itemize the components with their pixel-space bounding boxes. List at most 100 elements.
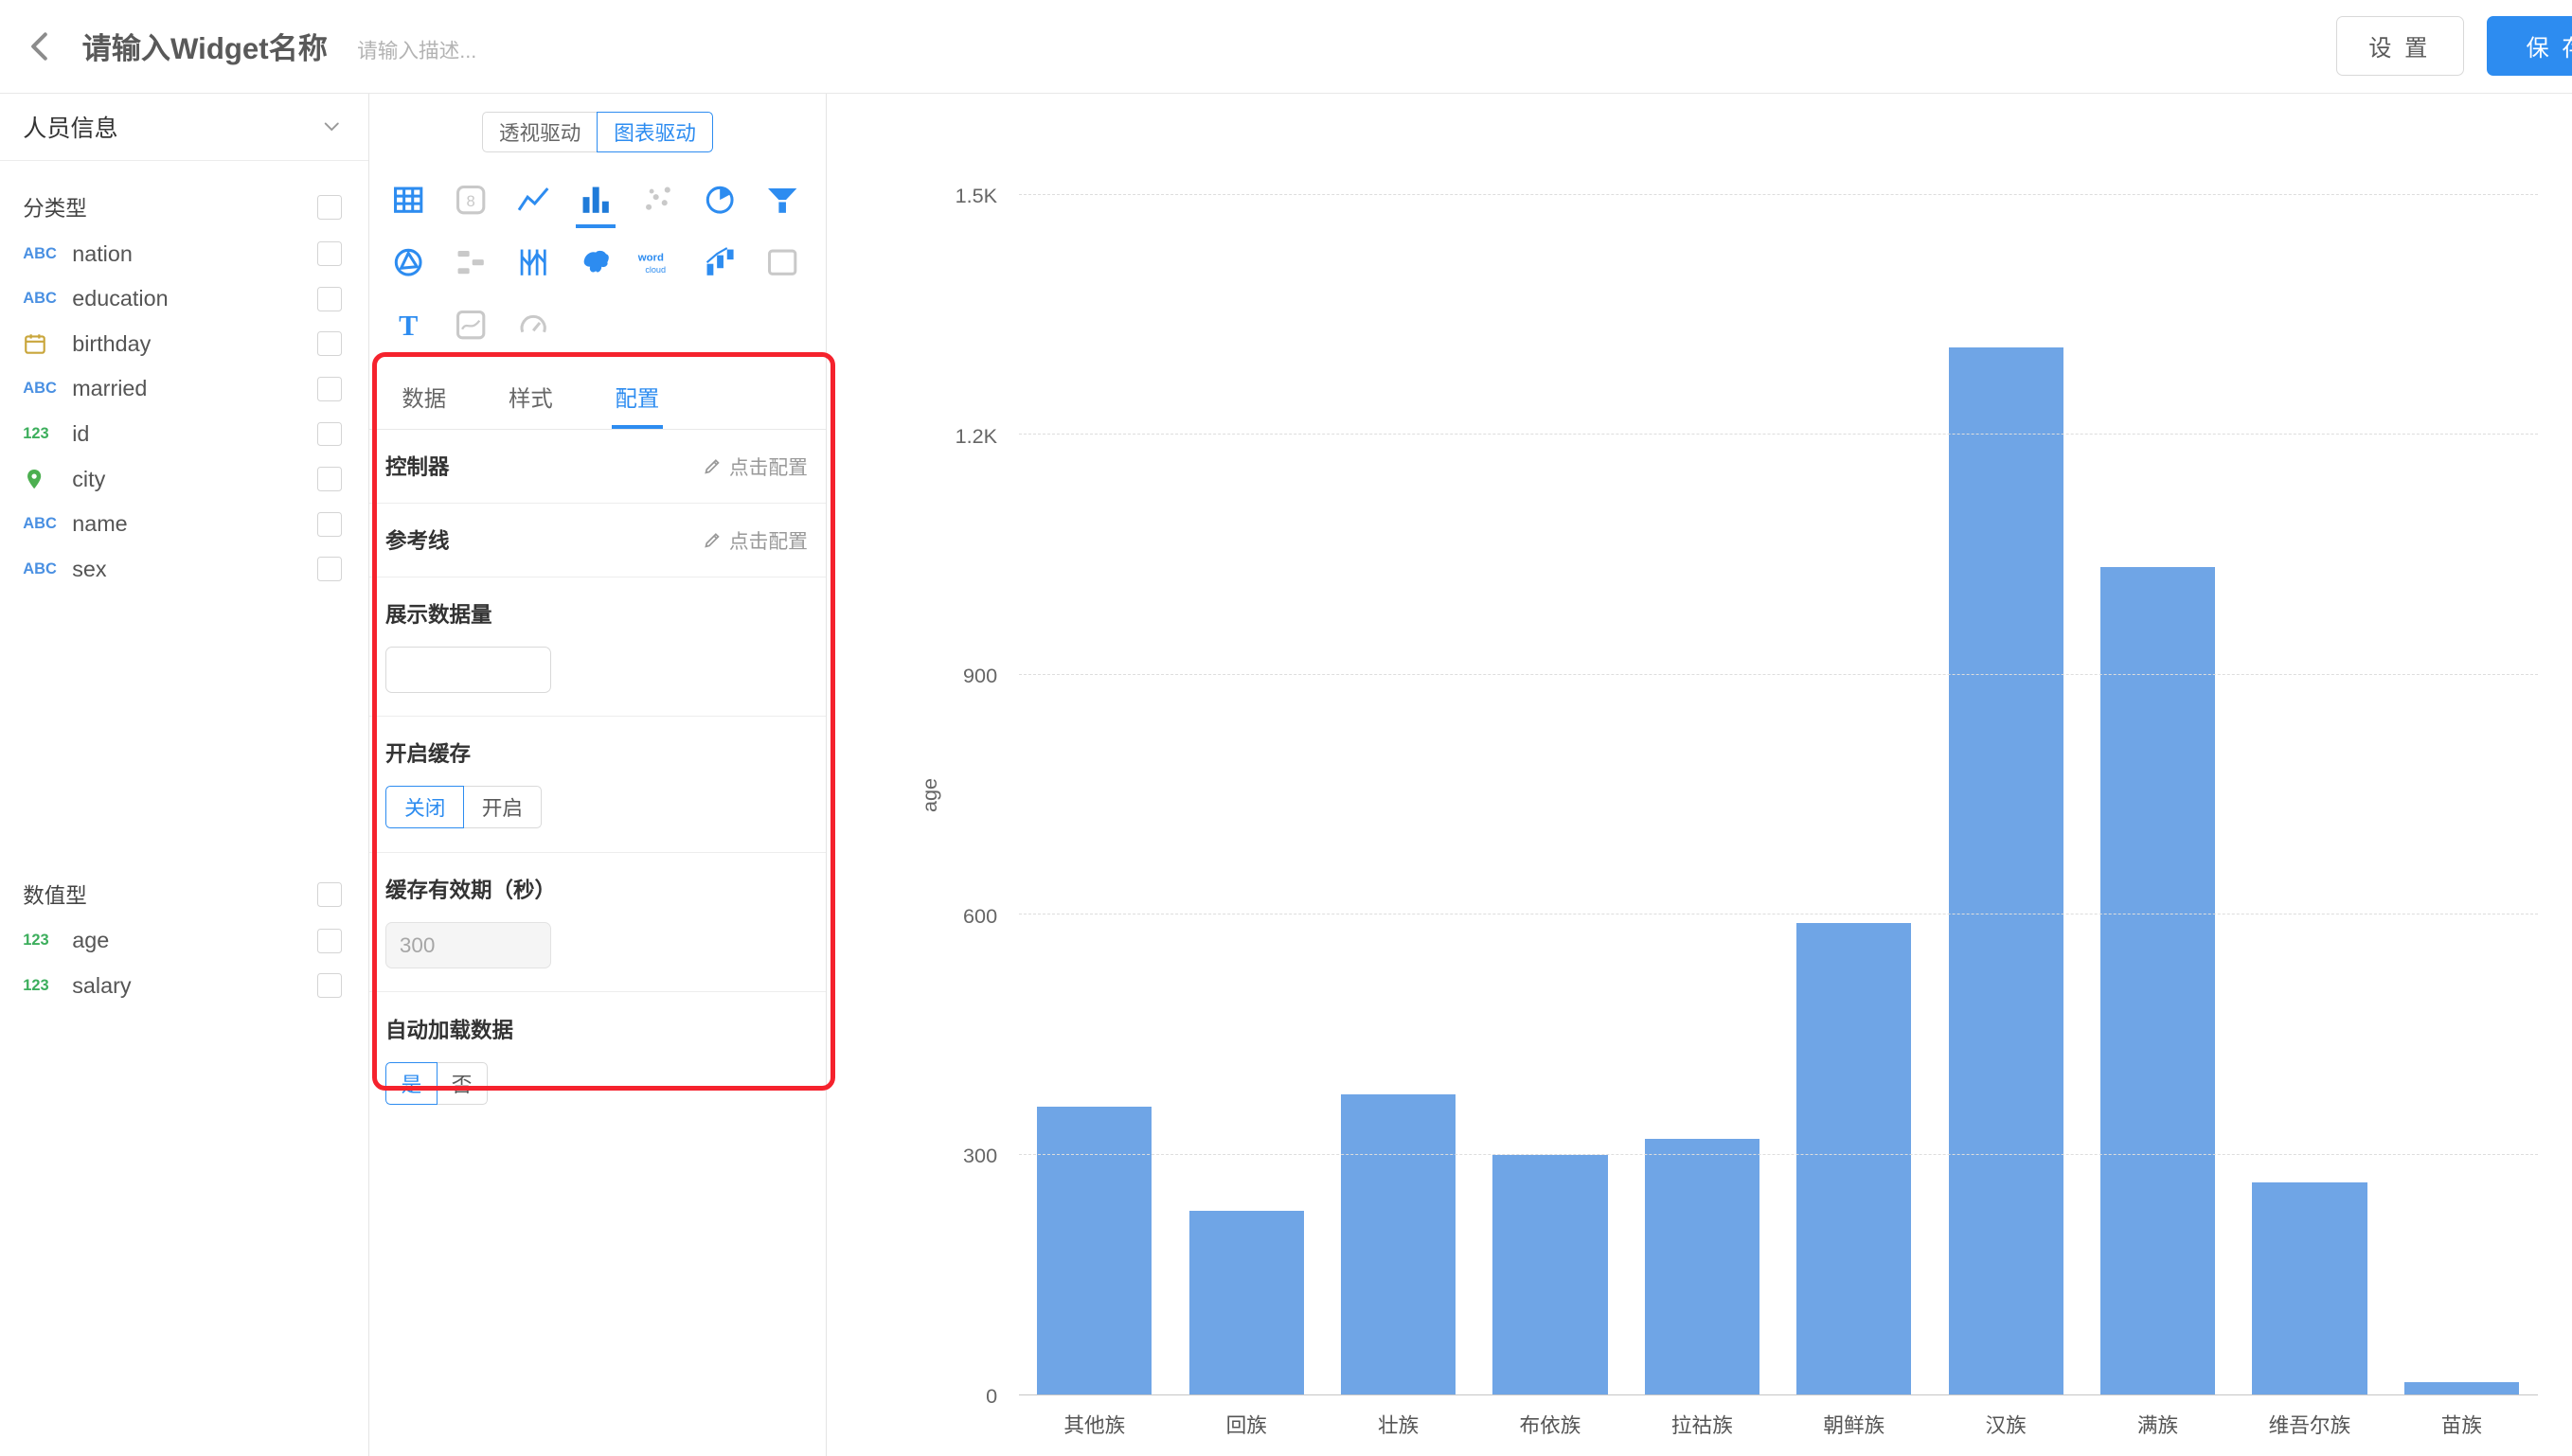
section-checkbox[interactable] [317,882,342,907]
field-item-education[interactable]: ABCeducation [0,276,368,322]
field-name: salary [72,973,317,999]
settings-button[interactable]: 设 置 [2336,16,2464,75]
location-pin-icon [23,468,72,490]
line-chart-icon[interactable] [502,169,564,231]
field-checkbox[interactable] [317,929,342,953]
tab-配置[interactable]: 配置 [616,369,660,429]
field-item-nation[interactable]: ABCnation [0,231,368,276]
field-checkbox[interactable] [317,287,342,311]
mode-chart-button[interactable]: 图表驱动 [597,112,713,152]
reference-line-configure-link[interactable]: 点击配置 [703,525,808,554]
field-item-name[interactable]: ABCname [0,502,368,547]
number-type-icon: 123 [23,932,72,950]
field-checkbox[interactable] [317,467,342,491]
x-tick-label: 其他族 [1019,1410,1170,1439]
bar-朝鲜族 [1796,923,1911,1394]
sankey-chart-icon[interactable] [439,231,502,293]
scatter-chart-icon[interactable] [627,169,689,231]
svg-text:word: word [636,253,663,264]
field-name: sex [72,557,317,582]
cache-option-0[interactable]: 关闭 [385,786,464,828]
autoload-option-0[interactable]: 是 [385,1062,438,1105]
funnel-chart-icon[interactable] [751,169,813,231]
tab-数据[interactable]: 数据 [402,369,446,429]
bar-slot: 满族 [2081,195,2233,1394]
y-tick-label: 600 [829,904,1019,929]
gridline [1019,1154,2538,1155]
controller-label: 控制器 [385,451,450,481]
field-item-salary[interactable]: 123salary [0,963,368,1008]
waterfall-chart-icon[interactable] [688,231,751,293]
field-item-birthday[interactable]: birthday [0,321,368,366]
text-icon[interactable]: T [377,293,439,356]
field-item-city[interactable]: city [0,456,368,502]
reference-line-row: 参考线 点击配置 [369,504,826,577]
field-checkbox[interactable] [317,557,342,581]
section-label-row: 数值型 [0,871,368,918]
field-checkbox[interactable] [317,331,342,356]
field-checkbox[interactable] [317,973,342,998]
x-tick-label: 布依族 [1474,1410,1626,1439]
field-item-id[interactable]: 123id [0,412,368,457]
string-type-icon: ABC [23,290,72,308]
cache-expire-input[interactable] [385,922,551,968]
field-name: married [72,376,317,401]
y-tick-label: 900 [829,664,1019,688]
dataset-name: 人员信息 [23,110,117,144]
autoload-option-1[interactable]: 否 [436,1062,488,1105]
field-item-married[interactable]: ABCmarried [0,366,368,412]
save-button[interactable]: 保 存 [2487,16,2572,75]
bar-布依族 [1492,1155,1607,1394]
field-checkbox[interactable] [317,241,342,266]
controller-configure-link[interactable]: 点击配置 [703,452,808,480]
y-tick-label: 0 [829,1384,1019,1409]
scorecard-icon[interactable]: 8 [439,169,502,231]
bar-slot: 回族 [1170,195,1322,1394]
bar-slot: 汉族 [1930,195,2081,1394]
field-item-sex[interactable]: ABCsex [0,547,368,593]
tab-样式[interactable]: 样式 [509,369,553,429]
section-checkbox[interactable] [317,195,342,220]
field-item-age[interactable]: 123age [0,918,368,964]
table-icon[interactable] [377,169,439,231]
reference-line-configure-label: 点击配置 [729,525,808,554]
pie-chart-icon[interactable] [688,169,751,231]
field-checkbox[interactable] [317,512,342,537]
x-tick-label: 拉祜族 [1626,1410,1777,1439]
display-limit-input[interactable] [385,647,551,692]
app: 请输入Widget名称 请输入描述... 设 置 保 存 人员信息 分类型ABC… [0,0,2572,1456]
widget-name-input[interactable]: 请输入Widget名称 [82,25,328,67]
wordcloud-icon[interactable]: wordcloud [627,231,689,293]
back-button[interactable] [23,28,59,64]
gridline [1019,434,2538,435]
mode-pivot-button[interactable]: 透视驱动 [482,112,598,152]
gauge-icon[interactable] [502,293,564,356]
bar-chart-icon[interactable] [564,169,627,231]
bar-汉族 [1949,347,2063,1394]
dataset-selector[interactable]: 人员信息 [0,94,368,161]
china-map-icon[interactable] [564,231,627,293]
chart-area: age 03006009001.2K1.5K 其他族回族壮族布依族拉祜族朝鲜族汉… [829,94,2572,1456]
string-type-icon: ABC [23,560,72,578]
gridline [1019,194,2538,195]
confidence-band-icon[interactable] [439,293,502,356]
iframe-icon[interactable] [751,231,813,293]
x-tick-label: 满族 [2081,1410,2233,1439]
autoload-row: 自动加载数据 是否 [369,992,826,1128]
field-checkbox[interactable] [317,377,342,401]
autoload-label: 自动加载数据 [385,1014,810,1044]
header: 请输入Widget名称 请输入描述... 设 置 保 存 [0,0,2572,94]
widget-description-input[interactable]: 请输入描述... [357,35,476,64]
cache-option-1[interactable]: 开启 [463,786,542,828]
field-checkbox[interactable] [317,422,342,447]
x-tick-label: 维吾尔族 [2234,1410,2385,1439]
field-sections: 分类型ABCnationABCeducationbirthdayABCmarri… [0,161,368,1008]
string-type-icon: ABC [23,515,72,533]
y-tick-label: 1.2K [829,424,1019,449]
field-section: 分类型ABCnationABCeducationbirthdayABCmarri… [0,184,368,592]
radar-chart-icon[interactable] [377,231,439,293]
bar-拉祜族 [1645,1139,1759,1394]
number-type-icon: 123 [23,425,72,443]
bar-slot: 朝鲜族 [1778,195,1930,1394]
parallel-chart-icon[interactable] [502,231,564,293]
